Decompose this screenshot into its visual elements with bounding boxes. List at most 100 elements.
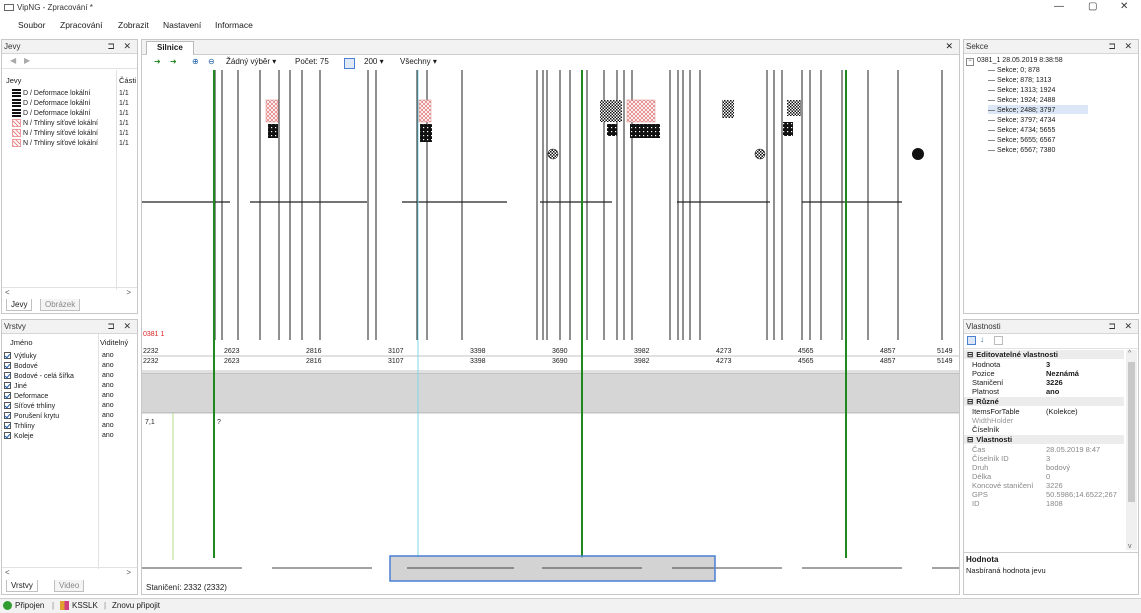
list-item[interactable]: Porušení krytu ano bbox=[2, 411, 137, 420]
menu-zpracovani[interactable]: Zpracování bbox=[60, 20, 103, 30]
list-item[interactable]: Deformace ano bbox=[2, 391, 137, 400]
back-arrow-icon[interactable]: ➜ bbox=[154, 55, 161, 69]
list-item[interactable]: N / Trhliny síťové lokální 1/1 bbox=[2, 129, 137, 138]
lower-label-value: 7,1 bbox=[145, 419, 155, 426]
menu-nastaveni[interactable]: Nastavení bbox=[163, 20, 201, 30]
vrstvy-col-visible[interactable]: Viditelný bbox=[100, 338, 128, 347]
vrstvy-col-name[interactable]: Jméno bbox=[10, 338, 33, 347]
property-row[interactable]: Číselník bbox=[964, 425, 1124, 434]
visibility-checkbox[interactable] bbox=[4, 402, 11, 410]
vrstvy-list: Výtluky ano Bodové ano Bodové - celá šířka… bbox=[2, 351, 137, 451]
visibility-checkbox[interactable] bbox=[4, 392, 11, 400]
visibility-checkbox[interactable] bbox=[4, 382, 11, 390]
road-canvas[interactable]: 0381 1 2232 2623 2816 3107 3398 3690 398… bbox=[142, 70, 959, 595]
property-row[interactable]: WidthHolder bbox=[964, 416, 1124, 425]
jevy-hscrollbar[interactable]: < > bbox=[2, 287, 137, 298]
minimize-button[interactable]: — bbox=[1054, 1, 1064, 12]
tree-item[interactable]: — Sekce; 0; 878 bbox=[988, 65, 1138, 74]
scroll-right-icon[interactable]: > bbox=[126, 288, 131, 297]
category-properties[interactable]: ⊟ Vlastnosti bbox=[964, 435, 1124, 444]
tree-item[interactable]: — Sekce; 5655; 6567 bbox=[988, 135, 1138, 144]
jevy-col-name[interactable]: Jevy bbox=[6, 76, 21, 85]
list-item[interactable]: Bodové ano bbox=[2, 361, 137, 370]
categorized-icon[interactable] bbox=[967, 336, 976, 345]
jevy-header: Jevy ⊐ ✕ bbox=[2, 40, 137, 54]
scroll-left-icon[interactable]: < bbox=[5, 568, 10, 577]
property-row[interactable]: Hodnota 3 bbox=[964, 360, 1124, 369]
property-row[interactable]: Číselník ID 3 bbox=[964, 454, 1124, 463]
list-item[interactable]: D / Deformace lokální 1/1 bbox=[2, 109, 137, 118]
visibility-checkbox[interactable] bbox=[4, 372, 11, 380]
tab-silnice[interactable]: Silnice bbox=[146, 41, 194, 55]
property-pages-icon[interactable] bbox=[994, 336, 1003, 345]
menu-soubor[interactable]: Soubor bbox=[18, 20, 45, 30]
selection-dropdown[interactable]: Žádný výběr ▾ bbox=[226, 55, 276, 69]
close-tab-button[interactable]: ✕ bbox=[945, 41, 953, 52]
list-item[interactable]: Jiné ano bbox=[2, 381, 137, 390]
list-item[interactable]: Síťové trhliny ano bbox=[2, 401, 137, 410]
vlastnosti-title: Vlastnosti bbox=[966, 322, 1001, 331]
visibility-checkbox[interactable] bbox=[4, 352, 11, 360]
list-item[interactable]: Koleje ano bbox=[2, 431, 137, 440]
scroll-right-icon[interactable]: > bbox=[126, 568, 131, 577]
tab-vrstvy[interactable]: Vrstvy bbox=[6, 580, 38, 592]
visibility-checkbox[interactable] bbox=[4, 422, 11, 430]
property-row[interactable]: ID 1808 bbox=[964, 499, 1124, 508]
property-row[interactable]: Délka 0 bbox=[964, 472, 1124, 481]
tree-item[interactable]: — Sekce; 4734; 5655 bbox=[988, 125, 1138, 134]
property-row[interactable]: Pozice Neznámá bbox=[964, 369, 1124, 378]
tree-item[interactable]: — Sekce; 1313; 1924 bbox=[988, 85, 1138, 94]
list-item[interactable]: N / Trhliny síťové lokální 1/1 bbox=[2, 119, 137, 128]
list-item[interactable]: Bodové - celá šířka ano bbox=[2, 371, 137, 380]
property-row[interactable]: GPS 50.5986;14.6522;267 bbox=[964, 490, 1124, 499]
jevy-col-part[interactable]: Části bbox=[119, 76, 136, 85]
filter-dropdown[interactable]: Všechny ▾ bbox=[400, 55, 437, 69]
vrstvy-pane-buttons[interactable]: ⊐ ✕ bbox=[107, 320, 134, 333]
zoom-in-icon[interactable]: ⊕ bbox=[192, 55, 199, 69]
tree-item[interactable]: — Sekce; 6567; 7380 bbox=[988, 145, 1138, 154]
vlastnosti-pane-buttons[interactable]: ⊐ ✕ bbox=[1108, 320, 1135, 333]
jevy-prev-icon[interactable]: ◀ bbox=[10, 56, 16, 65]
jevy-next-icon[interactable]: ▶ bbox=[24, 56, 30, 65]
property-row[interactable]: Čas 28.05.2019 8:47 bbox=[964, 445, 1124, 454]
close-window-button[interactable]: ✕ bbox=[1120, 1, 1128, 12]
list-item[interactable]: N / Trhliny síťové lokální 1/1 bbox=[2, 139, 137, 148]
zoom-icon[interactable] bbox=[344, 58, 355, 69]
scroll-left-icon[interactable]: < bbox=[5, 288, 10, 297]
vlastnosti-pane: Vlastnosti ⊐ ✕ ↓ ⊟ Editovatelné vlastnost… bbox=[963, 319, 1139, 595]
category-editable[interactable]: ⊟ Editovatelné vlastnosti bbox=[964, 350, 1124, 359]
menu-informace[interactable]: Informace bbox=[215, 20, 253, 30]
tree-item[interactable]: — Sekce; 3797; 4734 bbox=[988, 115, 1138, 124]
tree-item[interactable]: — Sekce; 878; 1313 bbox=[988, 75, 1138, 84]
tab-jevy[interactable]: Jevy bbox=[6, 299, 33, 311]
sort-alpha-icon[interactable]: ↓ bbox=[980, 335, 984, 344]
property-row[interactable]: Druh bodový bbox=[964, 463, 1124, 472]
tab-video[interactable]: Video bbox=[54, 580, 85, 592]
jevy-pane-buttons[interactable]: ⊐ ✕ bbox=[107, 40, 134, 53]
tree-item-selected[interactable]: — Sekce; 2488; 3797 bbox=[988, 105, 1088, 114]
list-item[interactable]: Výtluky ano bbox=[2, 351, 137, 360]
forward-arrow-icon[interactable]: ➜ bbox=[170, 55, 177, 69]
maximize-button[interactable]: ▢ bbox=[1088, 1, 1097, 12]
category-misc[interactable]: ⊟ Různé bbox=[964, 397, 1124, 406]
zoom-out-icon[interactable]: ⊖ bbox=[208, 55, 215, 69]
list-item[interactable]: D / Deformace lokální 1/1 bbox=[2, 99, 137, 108]
sekce-pane-buttons[interactable]: ⊐ ✕ bbox=[1108, 40, 1135, 53]
reconnect-link[interactable]: Znovu připojit bbox=[112, 599, 160, 612]
property-row[interactable]: Staničení 3226 bbox=[964, 378, 1124, 387]
property-row[interactable]: Koncové staničení 3226 bbox=[964, 481, 1124, 490]
tab-obrazek[interactable]: Obrázek bbox=[40, 299, 81, 311]
visibility-checkbox[interactable] bbox=[4, 432, 11, 440]
zoom-level-dropdown[interactable]: 200 ▾ bbox=[364, 55, 384, 69]
visibility-checkbox[interactable] bbox=[4, 412, 11, 420]
list-item[interactable]: D / Deformace lokální 1/1 bbox=[2, 89, 137, 98]
property-row[interactable]: ItemsForTable (Kolekce) bbox=[964, 407, 1124, 416]
vrstvy-hscrollbar[interactable]: < > bbox=[2, 567, 137, 578]
list-item[interactable]: Trhliny ano bbox=[2, 421, 137, 430]
visibility-checkbox[interactable] bbox=[4, 362, 11, 370]
property-row[interactable]: Platnost ano bbox=[964, 387, 1124, 396]
property-scrollbar[interactable]: ^ v bbox=[1126, 350, 1137, 550]
menu-zobrazit[interactable]: Zobrazit bbox=[118, 20, 149, 30]
tree-root[interactable]: −0381_1 28.05.2019 8:38:58 bbox=[966, 55, 1138, 66]
tree-item[interactable]: — Sekce; 1924; 2488 bbox=[988, 95, 1138, 104]
